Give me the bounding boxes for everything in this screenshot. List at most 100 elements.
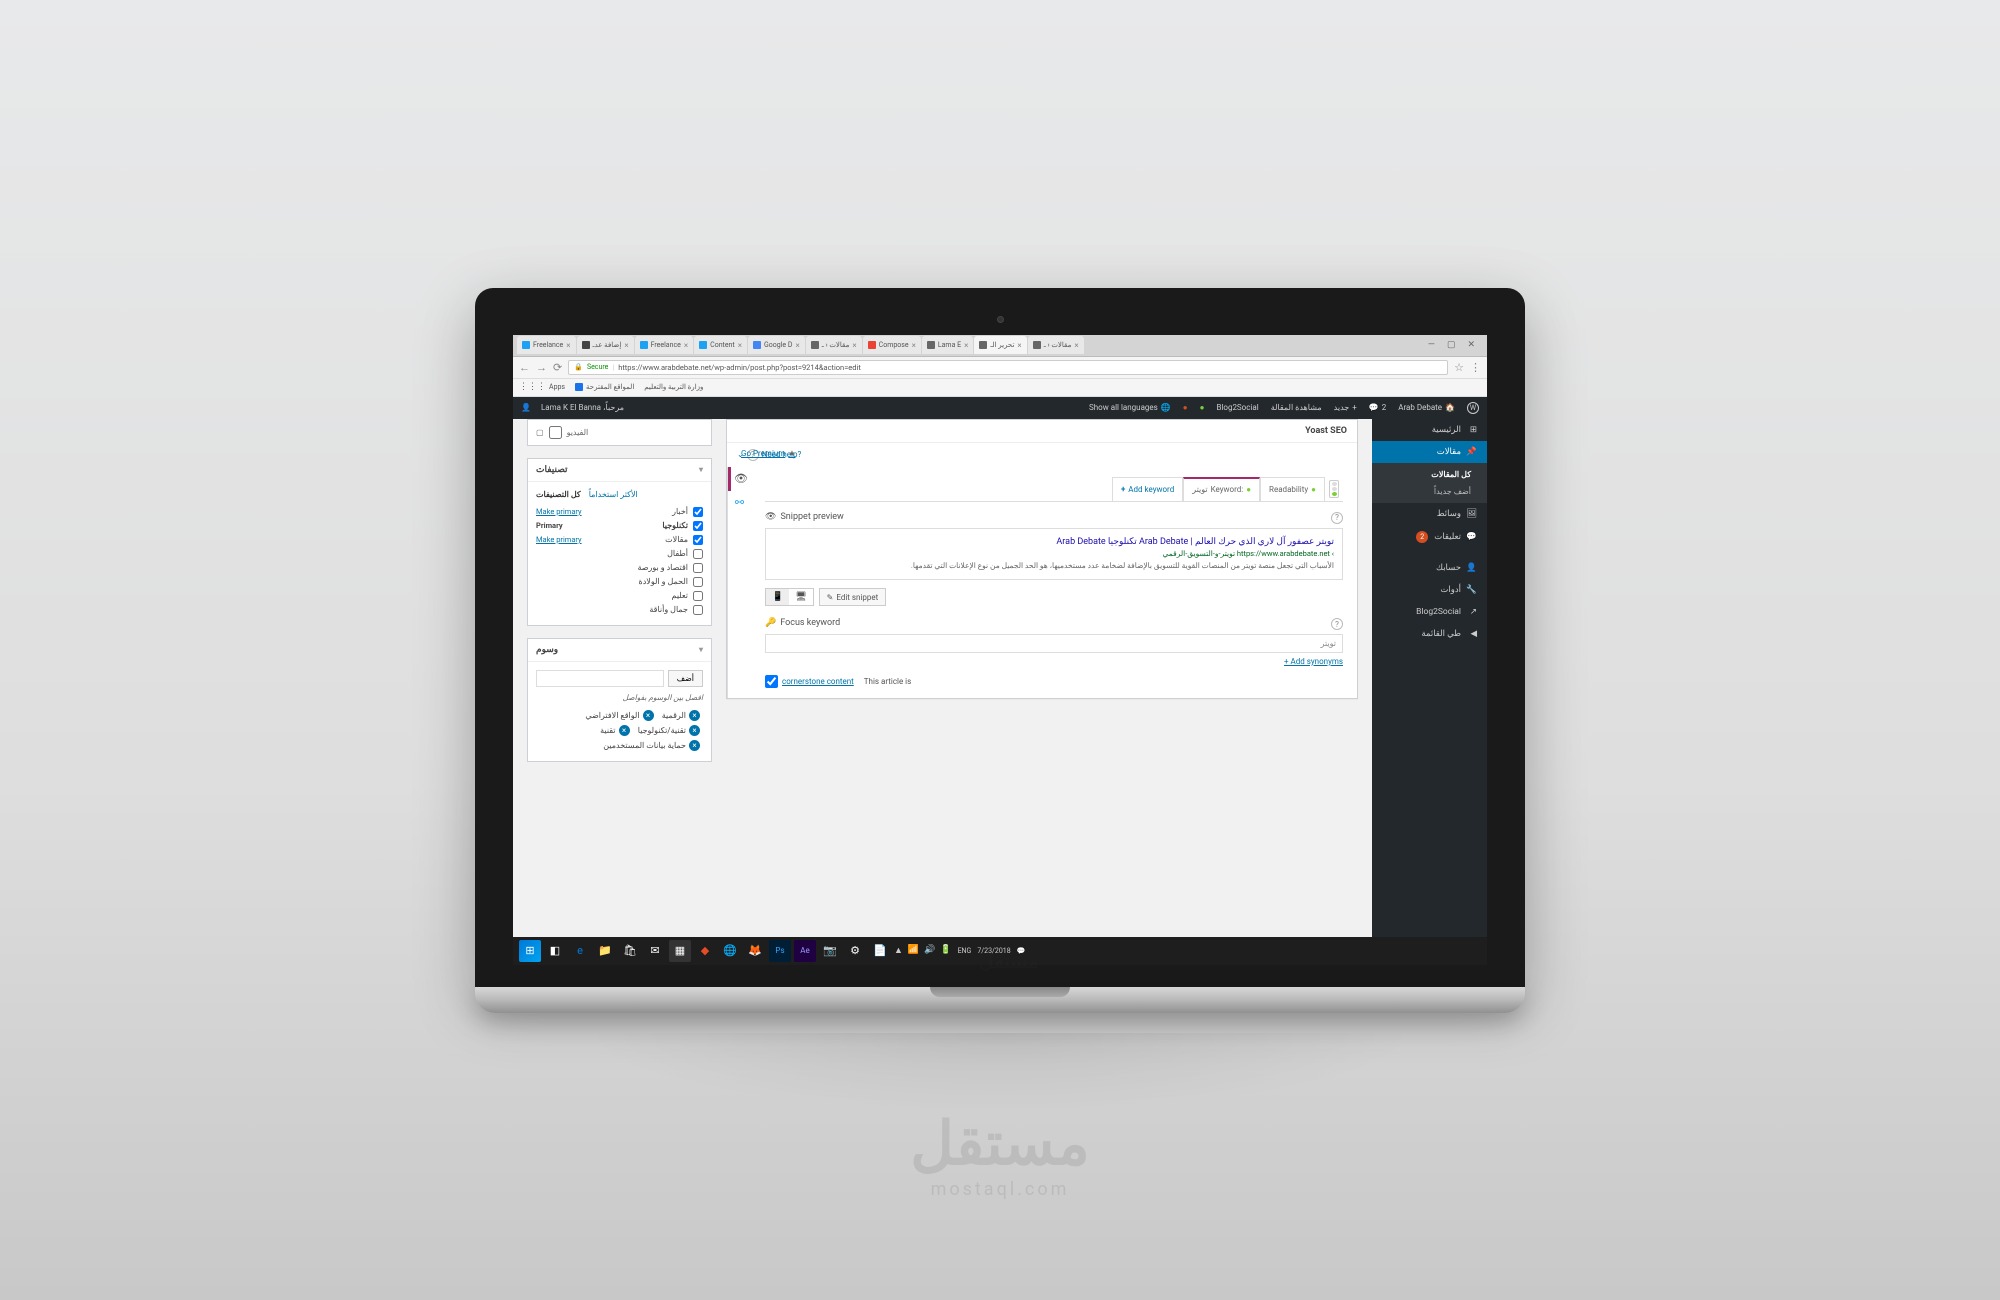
avatar-icon[interactable]: 👤 (521, 403, 531, 412)
wordpress-icon[interactable]: W (1467, 402, 1479, 414)
minimize-icon[interactable]: ― (1428, 340, 1435, 350)
make-primary-link[interactable]: Make primary (536, 535, 582, 544)
tab-keyword[interactable]: ●:Keyword تويتر (1183, 477, 1260, 501)
categories-header[interactable]: ▾تصنيفات (528, 459, 711, 482)
eye-tab-icon[interactable]: 👁 (728, 467, 751, 491)
sidebar-item-comments[interactable]: 💬تعليقات2 (1372, 525, 1487, 549)
chrome-icon[interactable]: 🌐 (719, 940, 741, 962)
comments-link[interactable]: 2 💬 (1369, 403, 1386, 412)
browser-tab[interactable]: Lama E× (922, 336, 974, 354)
submenu-add-new[interactable]: أضف جديداً (1372, 483, 1487, 500)
tray-icon[interactable]: ▲ (894, 945, 903, 956)
close-icon[interactable]: × (795, 341, 799, 350)
languages-link[interactable]: 🌐 Show all languages (1089, 403, 1171, 412)
close-icon[interactable]: × (624, 341, 628, 350)
tag-input[interactable] (536, 670, 664, 687)
forward-icon[interactable]: → (536, 361, 547, 374)
edit-snippet-button[interactable]: Edit snippet ✎ (819, 588, 887, 606)
edge-icon[interactable]: e (569, 940, 591, 962)
tags-header[interactable]: ▾وسوم (528, 639, 711, 662)
volume-icon[interactable]: 🔊 (924, 945, 935, 956)
add-synonyms-link[interactable]: Add synonyms + (1284, 657, 1343, 666)
sidebar-item-posts[interactable]: 📌مقالات (1372, 441, 1487, 463)
browser-tab[interactable]: إضافة عدـ× (577, 336, 634, 354)
browser-tab[interactable]: مقالات ‹ ـ× (806, 336, 862, 354)
share-tab-icon[interactable]: ⚯ (728, 491, 751, 515)
language-indicator[interactable]: ENG (958, 947, 972, 955)
start-button[interactable]: ⊞ (519, 940, 541, 962)
task-icon[interactable]: 📄 (869, 940, 891, 962)
close-icon[interactable]: × (852, 341, 856, 350)
maximize-icon[interactable]: ▢ (1447, 340, 1456, 350)
close-icon[interactable]: × (566, 341, 570, 350)
remove-tag-icon[interactable]: × (689, 725, 700, 736)
category-checkbox[interactable] (693, 521, 703, 531)
store-icon[interactable]: 🛍 (619, 940, 641, 962)
category-checkbox[interactable] (693, 549, 703, 559)
remove-tag-icon[interactable]: × (643, 710, 654, 721)
category-checkbox[interactable] (693, 577, 703, 587)
notification-icon[interactable]: 💬 (1017, 947, 1026, 955)
task-icon[interactable]: ◆ (694, 940, 716, 962)
blog2social-link[interactable]: Blog2Social (1216, 403, 1258, 412)
close-icon[interactable]: × (1074, 341, 1078, 350)
mobile-view-button[interactable]: 📱 (766, 589, 789, 605)
close-icon[interactable]: × (912, 341, 916, 350)
cornerstone-link[interactable]: cornerstone content (782, 677, 854, 686)
task-icon[interactable]: ◧ (544, 940, 566, 962)
url-input[interactable]: 🔒 Secure | https://www.arabdebate.net/wp… (568, 360, 1448, 375)
sidebar-item-media[interactable]: 🖼وسائط (1372, 503, 1487, 525)
close-icon[interactable]: × (1017, 341, 1021, 350)
bookmark-item[interactable]: المواقع المقترحة (575, 383, 634, 391)
browser-tab[interactable]: Content× (694, 336, 747, 354)
remove-tag-icon[interactable]: × (689, 740, 700, 751)
browser-tab[interactable]: Compose× (863, 336, 921, 354)
site-link[interactable]: 🏠 Arab Debate (1398, 403, 1455, 412)
make-primary-link[interactable]: Make primary (536, 507, 582, 516)
view-post-link[interactable]: مشاهدة المقالة (1271, 403, 1322, 412)
category-checkbox[interactable] (693, 591, 703, 601)
photoshop-icon[interactable]: Ps (769, 940, 791, 962)
tab-most-used[interactable]: الأكثر استخداماً (589, 490, 638, 499)
submenu-all-posts[interactable]: كل المقالات (1372, 466, 1487, 483)
focus-keyword-input[interactable] (765, 634, 1343, 653)
explorer-icon[interactable]: 📁 (594, 940, 616, 962)
browser-tab-active[interactable]: تحرير الـ× (974, 336, 1026, 354)
category-checkbox[interactable] (693, 507, 703, 517)
mail-icon[interactable]: ✉ (644, 940, 666, 962)
task-icon[interactable]: ⚙ (844, 940, 866, 962)
aftereffects-icon[interactable]: Ae (794, 940, 816, 962)
back-icon[interactable]: ← (519, 361, 530, 374)
bookmark-item[interactable]: وزارة التربية والتعليم (644, 383, 703, 391)
close-icon[interactable]: × (684, 341, 688, 350)
sidebar-collapse[interactable]: ◀طي القائمة (1372, 623, 1487, 645)
help-icon[interactable]: ? (1331, 512, 1343, 524)
remove-tag-icon[interactable]: × (689, 710, 700, 721)
remove-tag-icon[interactable]: × (619, 725, 630, 736)
browser-tab[interactable]: Freelance× (635, 336, 694, 354)
sidebar-item-profile[interactable]: 👤حسابك (1372, 557, 1487, 579)
star-icon[interactable]: ☆ (1454, 361, 1464, 374)
video-metabox[interactable]: الفيديو ▢ (527, 419, 712, 446)
task-icon[interactable]: 📷 (819, 940, 841, 962)
browser-tab[interactable]: مقالات ‹ ـ× (1028, 336, 1084, 354)
sidebar-item-b2s[interactable]: ↗Blog2Social (1372, 601, 1487, 623)
task-icon[interactable]: ▦ (669, 940, 691, 962)
category-checkbox[interactable] (693, 535, 703, 545)
clock[interactable]: 7/23/2018 (977, 947, 1010, 955)
battery-icon[interactable]: 🔋 (940, 945, 951, 956)
help-icon[interactable]: ? (1331, 618, 1343, 630)
browser-tab[interactable]: Freelance× (517, 336, 576, 354)
close-icon[interactable]: × (964, 341, 968, 350)
sidebar-item-dashboard[interactable]: ⊞الرئيسية (1372, 419, 1487, 441)
menu-icon[interactable]: ⋮ (1470, 361, 1481, 374)
wifi-icon[interactable]: 📶 (908, 945, 919, 956)
go-premium-link[interactable]: ★Go Premium (741, 449, 795, 458)
browser-tab[interactable]: Google D× (748, 336, 805, 354)
sidebar-item-tools[interactable]: 🔧أدوات (1372, 579, 1487, 601)
tab-all-categories[interactable]: كل التصنيفات (536, 490, 581, 499)
desktop-view-button[interactable]: 🖥 (789, 589, 812, 605)
firefox-icon[interactable]: 🦊 (744, 940, 766, 962)
category-checkbox[interactable] (693, 605, 703, 615)
close-icon[interactable]: × (738, 341, 742, 350)
